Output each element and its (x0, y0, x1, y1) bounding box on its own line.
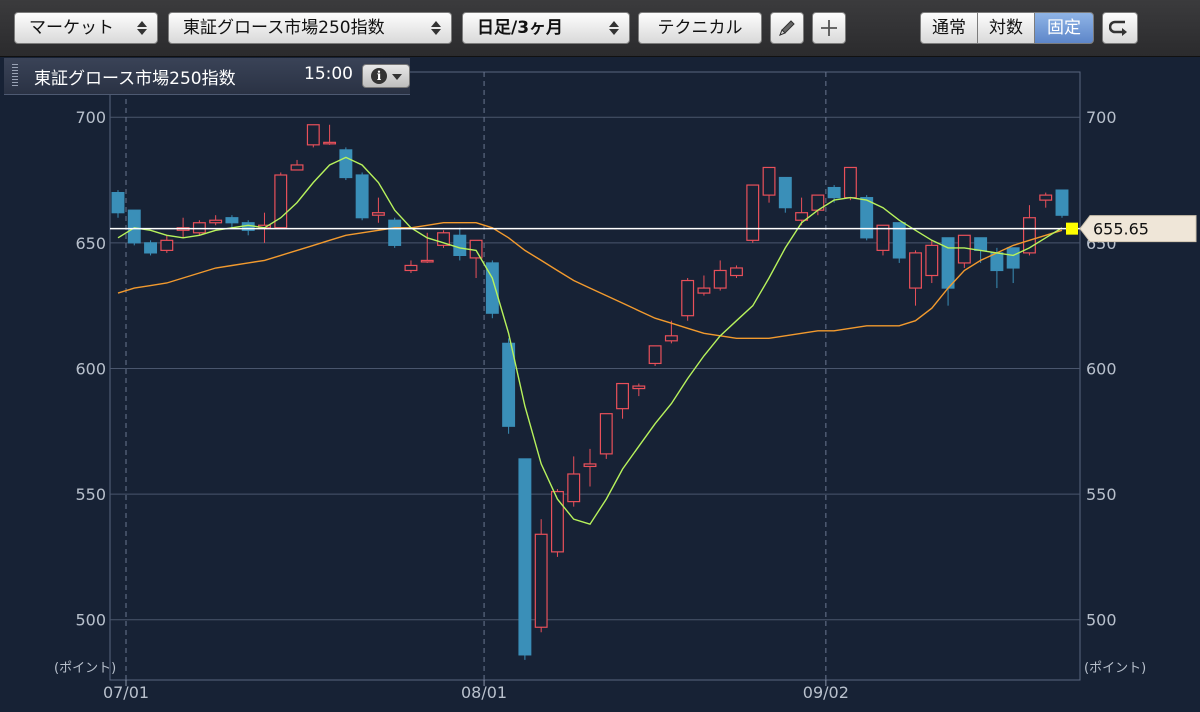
candle-up (371, 212, 385, 216)
pencil-icon (779, 20, 795, 36)
y-tick-label-left: 650 (75, 234, 106, 253)
y-unit-label-left: (ポイント) (54, 661, 116, 676)
candle-up (664, 335, 678, 342)
candle-down (388, 219, 402, 246)
candle-up (925, 244, 939, 277)
scale-mode-normal[interactable]: 通常 (920, 12, 978, 44)
candle-up (534, 533, 548, 628)
drag-handle[interactable] (12, 64, 18, 88)
candle-up (404, 264, 418, 272)
info-dropdown-button[interactable]: i (362, 64, 410, 88)
y-tick-label-right: 600 (1086, 359, 1117, 378)
candle-up (583, 463, 597, 468)
candle-down (1006, 247, 1020, 269)
candle-up (648, 345, 662, 365)
chart-info-bar: 東証グロース市場250指数 15:00 i (4, 58, 410, 95)
y-tick-label-right: 550 (1086, 485, 1117, 504)
candle-down (144, 242, 158, 254)
y-tick-label-right: 500 (1086, 611, 1117, 630)
x-tick-label: 07/01 (103, 683, 149, 702)
candle-up (616, 382, 630, 410)
candle-down (502, 342, 516, 427)
candle-down (453, 234, 467, 257)
scale-mode-log[interactable]: 対数 (977, 12, 1035, 44)
candle-down (974, 237, 988, 251)
candle-down (339, 149, 353, 179)
candle-up (681, 279, 695, 317)
candle-down (111, 191, 125, 214)
candle-down (860, 197, 874, 239)
select-arrows-icon (609, 19, 619, 37)
candle-up (713, 269, 727, 289)
scale-mode-log-label: 対数 (989, 18, 1023, 38)
candle-up (323, 141, 337, 145)
undo-button[interactable] (1102, 12, 1138, 44)
candle-up (550, 490, 564, 553)
plus-icon (821, 20, 837, 36)
info-title: 東証グロース市場250指数 (34, 69, 236, 89)
index-select-label: 東証グロース市場250指数 (183, 18, 385, 38)
period-select-label: 日足/3ヶ月 (477, 18, 564, 38)
candle-up (632, 385, 646, 390)
technical-button[interactable]: テクニカル (638, 12, 762, 44)
candle-up (730, 267, 743, 277)
y-tick-label-left: 550 (75, 485, 106, 504)
candle-up (843, 166, 857, 199)
candle-up (160, 239, 174, 251)
y-unit-label-right: (ポイント) (1084, 661, 1146, 676)
price-tag-value: 655.65 (1093, 220, 1149, 239)
select-arrows-icon (137, 19, 147, 37)
candle-up (209, 219, 223, 224)
candle-up (306, 124, 320, 146)
x-tick-label: 08/01 (461, 683, 507, 702)
candle-up (599, 413, 613, 455)
market-select[interactable]: マーケット (14, 12, 158, 44)
candle-up (290, 164, 304, 171)
select-arrows-icon (431, 19, 441, 37)
x-axis-labels: 07/01 08/01 09/02 (103, 680, 849, 702)
y-tick-label-left: 500 (75, 611, 106, 630)
candle-up (697, 287, 711, 294)
period-select[interactable]: 日足/3ヶ月 (462, 12, 630, 44)
y-tick-label-left: 700 (75, 108, 106, 127)
market-select-label: マーケット (29, 18, 114, 38)
scale-mode-fixed[interactable]: 固定 (1034, 12, 1094, 44)
info-time: 15:00 (304, 64, 353, 84)
add-button[interactable] (812, 12, 846, 44)
draw-button[interactable] (770, 12, 804, 44)
candle-up (420, 259, 434, 263)
candle-up (1039, 194, 1053, 201)
y-tick-label-left: 600 (75, 359, 106, 378)
candle-up (567, 473, 581, 503)
candle-up (192, 222, 206, 234)
plot-area (109, 71, 1081, 681)
info-icon: i (371, 68, 387, 84)
candle-up (909, 252, 922, 289)
scale-mode-normal-label: 通常 (932, 18, 966, 38)
candle-down (1055, 189, 1069, 216)
candle-down (827, 186, 841, 199)
candle-down (127, 209, 141, 244)
technical-button-label: テクニカル (657, 18, 743, 38)
caret-down-icon (392, 74, 402, 80)
candle-up (746, 184, 760, 241)
candle-down (778, 176, 792, 209)
candle-down (225, 217, 239, 224)
index-select[interactable]: 東証グロース市場250指数 (168, 12, 452, 44)
scale-mode-fixed-label: 固定 (1047, 18, 1081, 38)
candle-up (762, 166, 776, 196)
price-tag: 655.65 (1079, 215, 1197, 243)
toolbar: マーケット 東証グロース市場250指数 日足/3ヶ月 テクニカル 通常 対数 固… (0, 0, 1200, 57)
candle-down (355, 174, 369, 219)
current-price-marker (1066, 222, 1078, 235)
y-tick-label-right: 700 (1086, 108, 1117, 127)
x-tick-label: 09/02 (803, 683, 849, 702)
candlestick-chart[interactable]: 500 500550 550600 600650 650700 700 07/01 08/0… (0, 0, 1200, 712)
undo-icon (1108, 20, 1127, 36)
candle-down (518, 458, 532, 656)
